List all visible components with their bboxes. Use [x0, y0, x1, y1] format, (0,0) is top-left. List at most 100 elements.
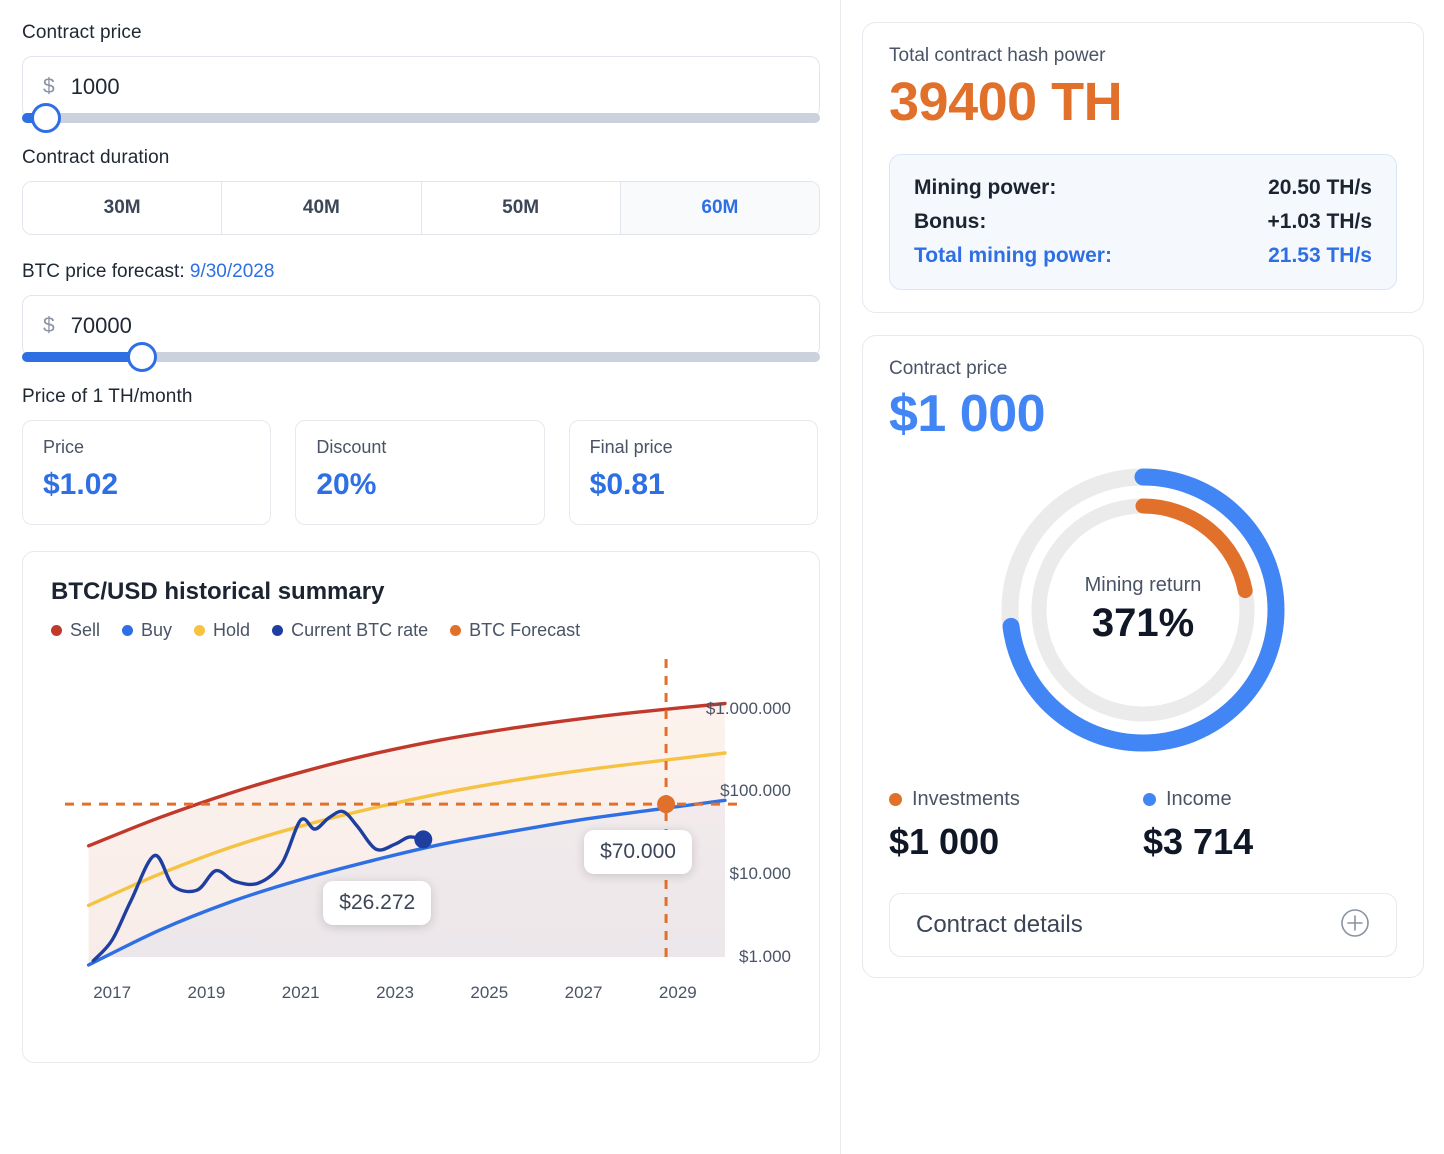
- slider-thumb[interactable]: [30, 103, 61, 133]
- contract-summary-label: Contract price: [889, 358, 1008, 380]
- power-row-value: +1.03 TH/s: [1267, 210, 1372, 234]
- y-axis-tick: $10.000: [729, 864, 791, 884]
- y-axis-tick: $1.000.000: [705, 698, 791, 718]
- total-head: Investments: [889, 788, 1143, 811]
- legend-label: Hold: [213, 620, 251, 640]
- power-row: Total mining power: 21.53 TH/s: [914, 239, 1372, 273]
- totals-row: Investments $1 000 Income $3 714: [889, 788, 1397, 863]
- x-axis-tick: 2027: [564, 983, 603, 1002]
- total-dot-icon: [889, 793, 902, 807]
- x-axis-tick: 2021: [281, 983, 320, 1002]
- legend-item-btc-forecast[interactable]: BTC Forecast: [450, 620, 580, 641]
- price-card-discount: Discount 20%: [295, 420, 545, 525]
- contract-price-slider[interactable]: [22, 103, 820, 133]
- legend-label: Current BTC rate: [291, 620, 429, 640]
- legend-item-buy[interactable]: Buy: [122, 620, 172, 641]
- btc-forecast-label: BTC price forecast: 9/30/2028: [22, 261, 818, 283]
- duration-tab-60m[interactable]: 60M: [620, 182, 819, 234]
- contract-price-input[interactable]: $ 1000: [22, 56, 820, 118]
- price-card-price: Price $1.02: [22, 420, 272, 525]
- legend-item-sell[interactable]: Sell: [51, 620, 100, 641]
- right-panel: Total contract hash power 39400 TH Minin…: [840, 0, 1444, 1154]
- y-axis-tick: $100.000: [720, 781, 791, 801]
- left-panel: Contract price $ 1000 Contract duration …: [0, 0, 840, 1154]
- x-axis-tick: 2023: [376, 983, 414, 1002]
- tooltip-forecast: $70.000: [584, 830, 692, 875]
- power-row-value: 20.50 TH/s: [1268, 176, 1372, 200]
- contract-summary-card: Contract price $1 000 Mining return 371%…: [862, 335, 1424, 979]
- chart-body: $1.000.000 $100.000 $10.000 $1.000 2017 2019…: [51, 653, 791, 1013]
- price-card-label: Discount: [316, 437, 387, 457]
- tooltip-current-rate: $26.272: [323, 881, 432, 926]
- legend-dot-icon: [450, 625, 462, 636]
- y-axis-tick: $1.000: [739, 947, 791, 966]
- chart-y-axis: $1.000.000 $100.000 $10.000 $1.000: [681, 653, 791, 983]
- legend-item-current-btc-rate[interactable]: Current BTC rate: [272, 620, 428, 641]
- power-row-key: Mining power:: [914, 176, 1057, 200]
- legend-item-hold[interactable]: Hold: [194, 620, 250, 641]
- legend-label: Buy: [141, 620, 173, 640]
- dollar-icon: $: [43, 314, 55, 337]
- btc-forecast-value: 70000: [70, 313, 132, 338]
- dollar-icon: $: [43, 75, 55, 98]
- power-row-key: Bonus:: [914, 210, 987, 234]
- btc-forecast-field: $ 70000: [22, 295, 820, 372]
- x-axis-tick: 2029: [658, 983, 697, 1002]
- legend-label: BTC Forecast: [469, 620, 581, 640]
- donut-value: 371%: [1091, 601, 1195, 646]
- power-row-value: 21.53 TH/s: [1268, 244, 1372, 268]
- contract-price-label: Contract price: [22, 22, 142, 43]
- chart-svg: [65, 659, 741, 967]
- contract-details-label: Contract details: [916, 911, 1083, 939]
- contract-duration-tabs[interactable]: 30M 40M 50M 60M: [22, 181, 820, 235]
- legend-label: Sell: [70, 620, 101, 640]
- contract-duration-label: Contract duration: [22, 147, 170, 168]
- slider-thumb[interactable]: [126, 342, 157, 372]
- btc-forecast-date[interactable]: 9/30/2028: [190, 261, 275, 282]
- power-row-key: Total mining power:: [914, 244, 1112, 268]
- hash-power-card: Total contract hash power 39400 TH Minin…: [862, 22, 1424, 314]
- price-card-final-price: Final price $0.81: [568, 420, 818, 525]
- legend-dot-icon: [272, 625, 284, 636]
- price-per-th-label: Price of 1 TH/month: [22, 386, 193, 407]
- slider-fill: [22, 352, 142, 362]
- legend-dot-icon: [51, 625, 62, 636]
- duration-tab-30m[interactable]: 30M: [23, 182, 223, 234]
- column-divider: [840, 0, 841, 1154]
- price-per-th-cards: Price $1.02 Discount 20% Final price $0.81: [22, 420, 818, 525]
- mining-power-box: Mining power: 20.50 TH/s Bonus: +1.03 TH/s T…: [889, 154, 1397, 291]
- chart-legend: Sell Buy Hold Current BTC rate BTC Forecast: [51, 620, 791, 641]
- btc-forecast-text: BTC price forecast:: [22, 261, 185, 282]
- legend-dot-icon: [122, 625, 134, 636]
- price-card-label: Final price: [589, 437, 673, 457]
- btc-forecast-slider[interactable]: [22, 342, 820, 372]
- contract-summary-value: $1 000: [889, 385, 1046, 444]
- total-label: Income: [1166, 788, 1232, 811]
- chart-title: BTC/USD historical summary: [51, 578, 385, 605]
- donut-center-labels: Mining return 371%: [889, 460, 1397, 760]
- hash-power-label: Total contract hash power: [889, 45, 1106, 66]
- slider-track: [22, 113, 820, 123]
- duration-tab-40m[interactable]: 40M: [222, 182, 422, 234]
- donut-caption: Mining return: [1084, 574, 1202, 597]
- x-axis-tick: 2019: [187, 983, 226, 1002]
- total-head: Income: [1143, 788, 1397, 811]
- contract-price-field: $ 1000: [22, 56, 820, 133]
- btc-chart-panel: BTC/USD historical summary Sell Buy Hold Cu…: [22, 551, 820, 1063]
- duration-tab-50m[interactable]: 50M: [421, 182, 621, 234]
- contract-details-bar[interactable]: Contract details: [889, 893, 1397, 958]
- total-block-investments: Investments $1 000: [889, 788, 1143, 863]
- power-row: Bonus: +1.03 TH/s: [914, 205, 1372, 239]
- hash-power-value: 39400 TH: [889, 72, 1123, 132]
- contract-price-value: 1000: [70, 74, 120, 99]
- legend-dot-icon: [194, 625, 206, 636]
- plus-circle-icon[interactable]: [1340, 908, 1370, 943]
- total-dot-icon: [1143, 793, 1156, 807]
- total-block-income: Income $3 714: [1143, 788, 1397, 863]
- price-card-value: $1.02: [43, 468, 119, 501]
- total-value: $1 000: [889, 821, 1000, 863]
- total-label: Investments: [912, 788, 1020, 811]
- x-axis-tick: 2025: [470, 983, 509, 1002]
- x-axis-tick: 2017: [93, 983, 132, 1002]
- power-row: Mining power: 20.50 TH/s: [914, 171, 1372, 205]
